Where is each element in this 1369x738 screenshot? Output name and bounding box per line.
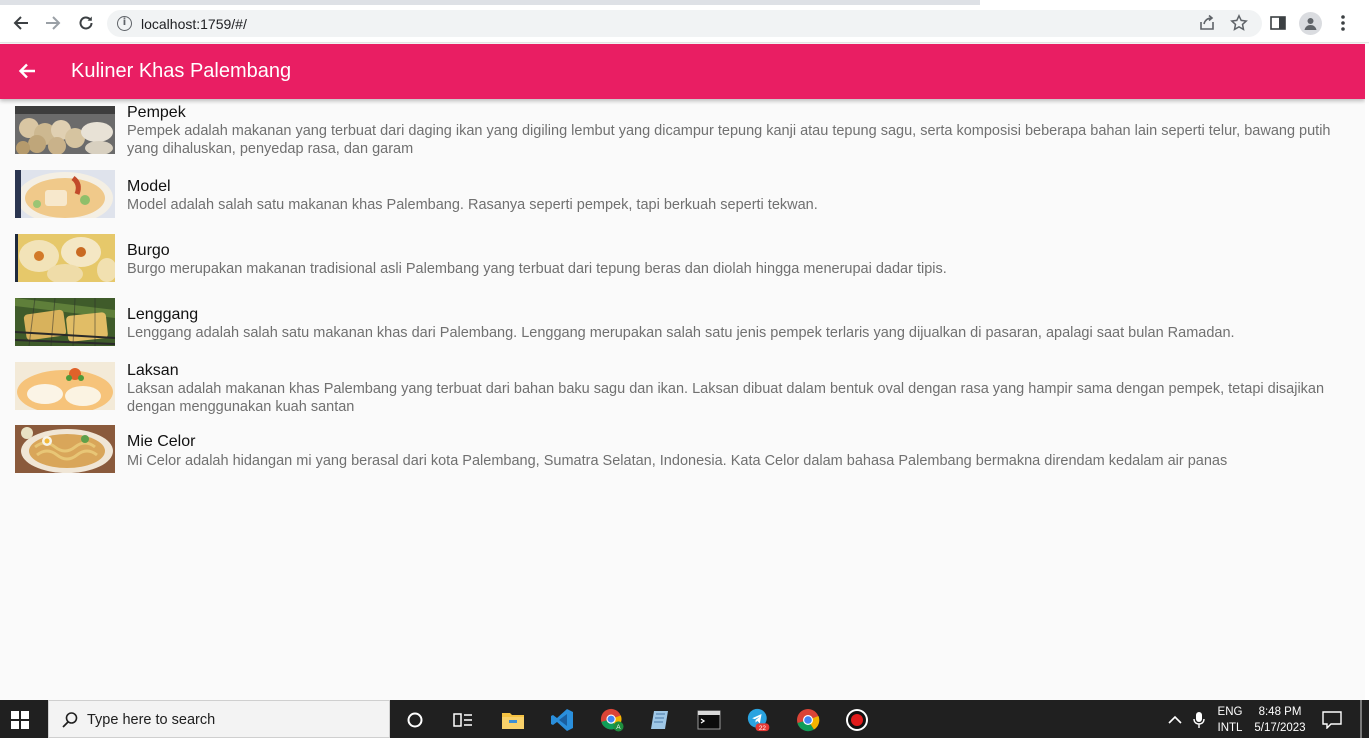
vscode-icon[interactable] (550, 708, 574, 732)
item-description: Pempek adalah makanan yang terbuat dari … (127, 123, 1331, 157)
search-icon (61, 711, 79, 729)
item-title: Lenggang (127, 306, 199, 323)
app-bar: Kuliner Khas Palembang (0, 44, 1365, 99)
file-explorer-icon[interactable] (501, 708, 525, 732)
food-thumbnail (15, 106, 115, 154)
item-title: Laksan (127, 362, 179, 379)
profile-icon[interactable] (1299, 12, 1322, 35)
record-icon[interactable] (845, 708, 869, 732)
food-thumbnail (15, 362, 115, 410)
food-thumbnail (15, 170, 115, 218)
browser-toolbar: i localhost:1759/#/ (0, 0, 1369, 43)
item-description: Lenggang adalah salah satu makanan khas … (127, 325, 1235, 341)
item-title: Mie Celor (127, 433, 196, 450)
item-title: Model (127, 178, 171, 195)
taskbar-search-input[interactable]: Type here to search (48, 700, 390, 738)
microphone-icon[interactable] (1193, 711, 1205, 734)
window-edge (1365, 44, 1369, 700)
language-indicator[interactable]: ENG INTL (1213, 704, 1247, 736)
info-icon[interactable]: i (117, 16, 132, 31)
date-text: 5/17/2023 (1254, 722, 1306, 734)
time-text: 8:48 PM (1258, 706, 1302, 718)
food-thumbnail (15, 298, 115, 346)
reload-icon[interactable] (75, 12, 97, 34)
chrome-profile-badge: A (616, 724, 621, 731)
cortana-icon[interactable] (403, 708, 427, 732)
food-thumbnail (15, 234, 115, 282)
clock[interactable]: 8:48 PM 5/17/2023 (1250, 704, 1310, 736)
kebab-menu-icon[interactable] (1333, 13, 1353, 33)
back-arrow-icon[interactable] (10, 12, 32, 34)
address-bar[interactable]: i localhost:1759/#/ (107, 10, 1262, 37)
page-title: Kuliner Khas Palembang (71, 60, 292, 82)
item-description: Model adalah salah satu makanan khas Pal… (127, 197, 818, 213)
language-text: ENG (1217, 706, 1243, 718)
share-icon[interactable] (1197, 13, 1217, 33)
telegram-icon[interactable]: 22 (747, 708, 771, 732)
show-desktop-button[interactable] (1360, 700, 1362, 738)
tab-strip (0, 0, 980, 5)
chevron-up-icon[interactable] (1168, 712, 1182, 730)
taskbar: Type here to search A 22 ENG INTL 8:48 P… (0, 700, 1369, 738)
forward-arrow-icon[interactable] (42, 12, 64, 34)
windows-start-icon[interactable] (10, 710, 30, 730)
food-thumbnail (15, 425, 115, 473)
item-description: Burgo merupakan makanan tradisional asli… (127, 261, 947, 277)
item-title: Pempek (127, 104, 186, 121)
url-text: localhost:1759/#/ (141, 16, 247, 32)
chrome-icon[interactable] (796, 708, 820, 732)
item-title: Burgo (127, 242, 170, 259)
task-view-icon[interactable] (451, 708, 475, 732)
star-icon[interactable] (1229, 13, 1249, 33)
item-description: Mi Celor adalah hidangan mi yang berasal… (127, 453, 1228, 469)
chrome-profile-icon[interactable]: A (600, 708, 624, 732)
side-panel-icon[interactable] (1268, 13, 1288, 33)
notepad-icon[interactable] (648, 708, 672, 732)
notification-icon[interactable] (1322, 711, 1342, 734)
keyboard-layout-text: INTL (1217, 722, 1243, 734)
search-placeholder: Type here to search (87, 712, 216, 728)
telegram-badge: 22 (759, 725, 767, 732)
arrow-left-icon[interactable] (16, 60, 38, 82)
item-description: Laksan adalah makanan khas Palembang yan… (127, 381, 1325, 415)
terminal-icon[interactable] (697, 708, 721, 732)
